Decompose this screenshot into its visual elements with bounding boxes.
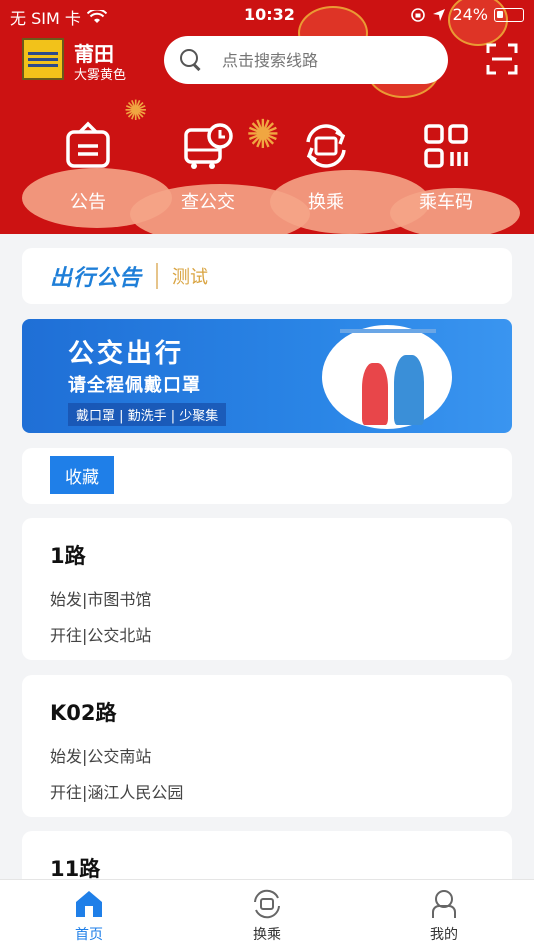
home-icon	[76, 891, 102, 917]
route-name: 1路	[50, 544, 86, 568]
banner-title: 公交出行	[68, 339, 185, 369]
header: ✺ ✺ 无 SIM 卡 10:32 24% 莆田 大雾黄色 点击搜索线路 公告 …	[0, 0, 534, 234]
banner-subtitle: 请全程佩戴口罩	[68, 375, 201, 396]
tab-favorites[interactable]: 收藏	[50, 456, 114, 494]
route-destination: 开往|涵江人民公园	[50, 783, 184, 802]
route-start: 始发|公交南站	[50, 747, 152, 766]
bus-schedule-icon	[184, 123, 233, 169]
battery-percent: 24%	[452, 5, 488, 24]
handrail-decoration	[340, 329, 436, 333]
transfer-icon	[254, 889, 280, 919]
city-logo[interactable]	[22, 38, 64, 80]
wifi-icon	[86, 10, 107, 23]
notice-text[interactable]: 测试	[172, 263, 208, 289]
search-bar[interactable]	[164, 36, 448, 84]
search-icon	[180, 49, 202, 71]
quick-action-label: 公告	[70, 192, 106, 213]
nav-profile[interactable]: 我的	[394, 888, 494, 944]
announcement-icon	[66, 121, 110, 168]
transfer-icon	[306, 124, 346, 168]
promo-banner[interactable]: 公交出行 请全程佩戴口罩 戴口罩 | 勤洗手 | 少聚集	[22, 319, 512, 433]
nav-label: 首页	[75, 927, 103, 943]
search-input[interactable]	[222, 50, 422, 70]
status-bar: 无 SIM 卡 10:32 24%	[0, 0, 534, 30]
weather-alert: 大雾黄色	[74, 68, 127, 83]
banner-tips: 戴口罩 | 勤洗手 | 少聚集	[68, 403, 227, 426]
route-card[interactable]: 1路 始发|市图书馆 开往|公交北站	[22, 518, 512, 660]
scan-icon[interactable]	[486, 43, 518, 75]
profile-icon	[432, 890, 456, 918]
nav-home[interactable]: 首页	[39, 888, 139, 944]
notice-logo: 出行公告	[50, 266, 143, 291]
nav-transfer[interactable]: 换乘	[217, 888, 317, 944]
quick-action-announcement[interactable]: 公告	[38, 120, 138, 214]
qr-code-icon	[424, 124, 468, 168]
person-illustration	[362, 363, 388, 425]
divider	[156, 263, 159, 289]
clock: 10:32	[244, 5, 295, 24]
quick-action-label: 查公交	[181, 192, 235, 213]
person-illustration	[394, 355, 424, 425]
quick-action-transfer[interactable]: 换乘	[276, 120, 376, 214]
battery-icon	[494, 7, 524, 22]
quick-action-label: 乘车码	[419, 192, 473, 213]
route-start: 始发|市图书馆	[50, 590, 152, 609]
nav-label: 我的	[430, 927, 458, 943]
quick-action-qr-code[interactable]: 乘车码	[396, 120, 496, 214]
quick-action-label: 换乘	[308, 192, 344, 213]
city-name[interactable]: 莆田	[74, 38, 114, 67]
route-card[interactable]: K02路 始发|公交南站 开往|涵江人民公园	[22, 675, 512, 817]
favorites-tab-bar: 收藏	[22, 448, 512, 504]
route-destination: 开往|公交北站	[50, 626, 152, 645]
bottom-nav: 首页 换乘 我的	[0, 879, 534, 950]
nav-label: 换乘	[253, 927, 281, 943]
quick-action-bus-schedule[interactable]: 查公交	[158, 120, 258, 214]
notice-bar[interactable]: 出行公告 测试	[22, 248, 512, 304]
route-name: K02路	[50, 701, 117, 725]
carrier-label: 无 SIM 卡	[10, 9, 81, 28]
location-arrow-icon	[433, 8, 446, 21]
orientation-lock-icon	[411, 7, 426, 22]
